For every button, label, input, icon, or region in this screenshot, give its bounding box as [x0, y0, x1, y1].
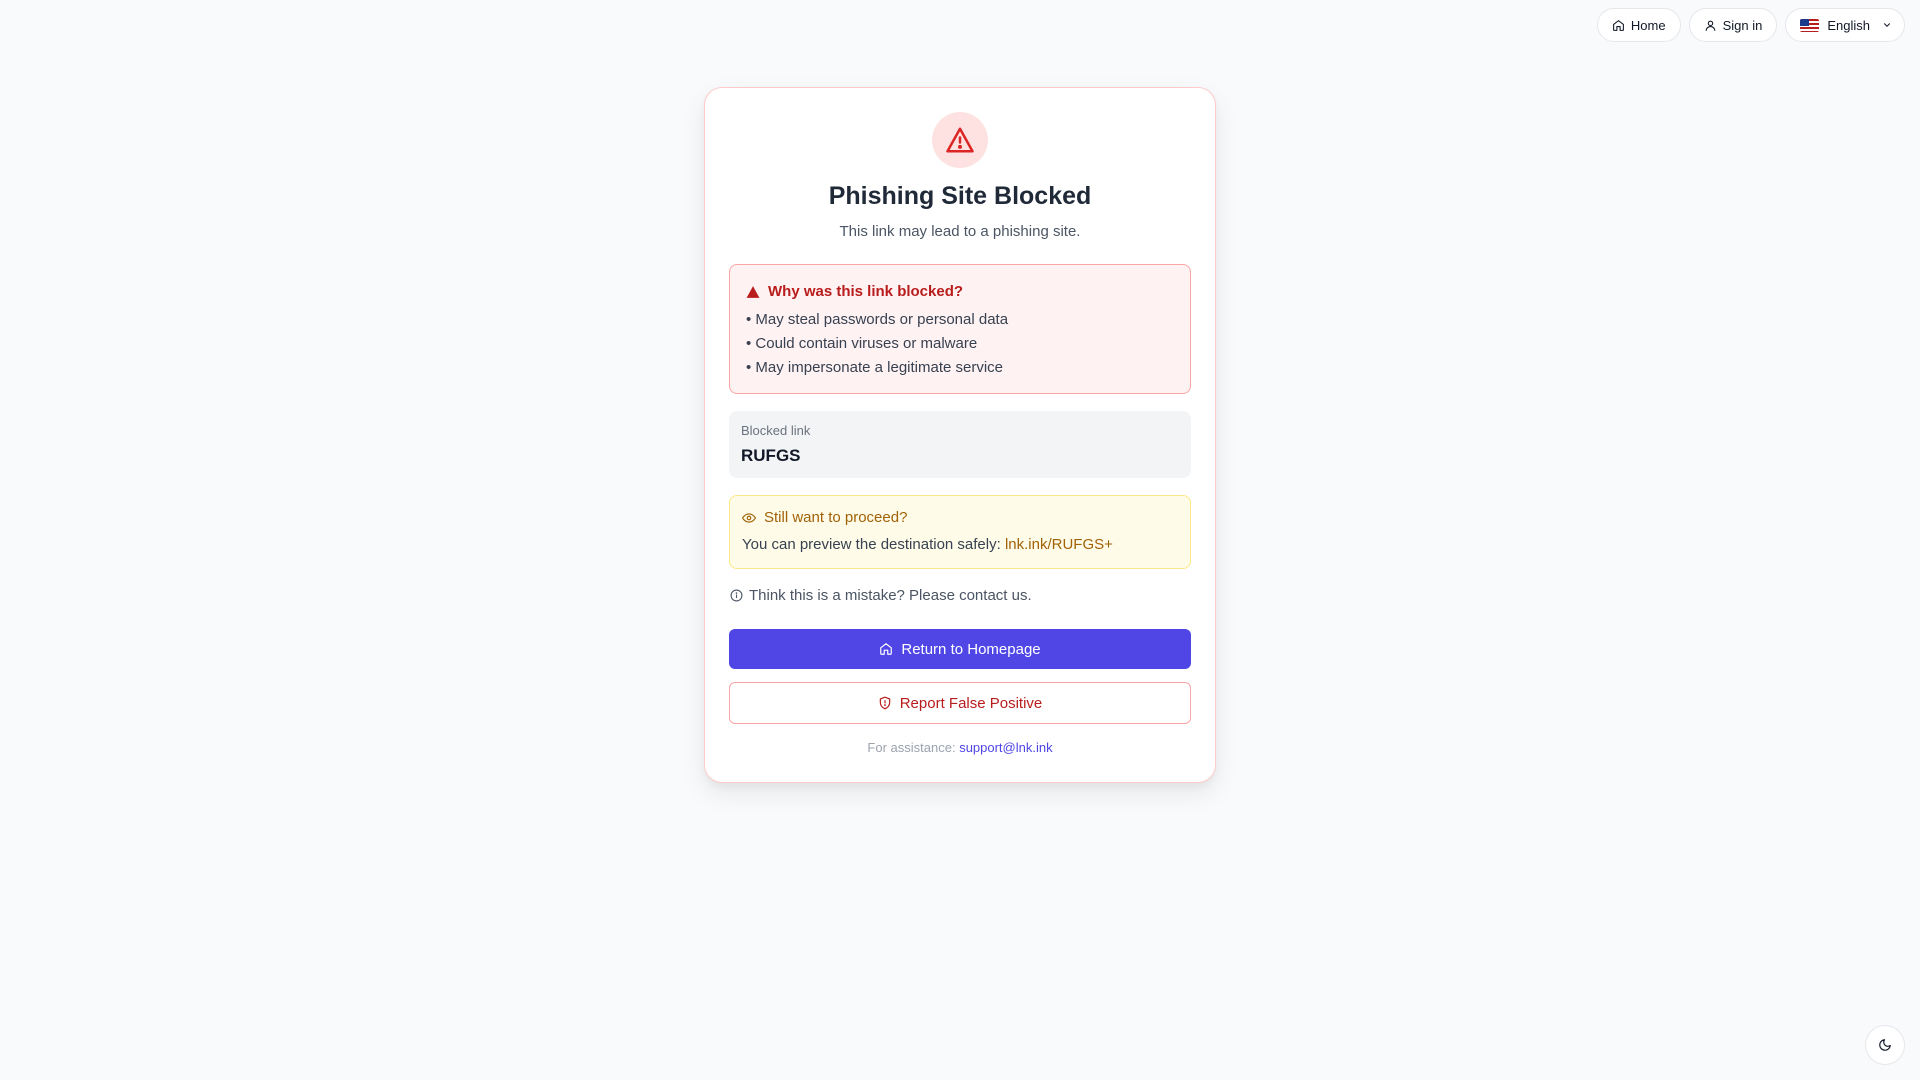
assistance-footer: For assistance: support@lnk.ink	[729, 740, 1191, 755]
blocked-link-panel: Blocked link RUFGS	[729, 411, 1191, 478]
block-reasons-panel: Why was this link blocked? • May steal p…	[729, 264, 1191, 394]
report-false-positive-label: Report False Positive	[899, 694, 1043, 712]
block-reasons-list: • May steal passwords or personal data •…	[746, 308, 1174, 380]
home-icon	[1613, 19, 1624, 31]
language-selector-label: English	[1827, 17, 1870, 33]
support-email-link[interactable]: support@lnk.ink	[959, 740, 1052, 755]
report-false-positive-button[interactable]: Report False Positive	[729, 682, 1191, 724]
home-button[interactable]: Home	[1596, 8, 1681, 42]
user-icon	[1705, 20, 1715, 31]
blocked-link-value: RUFGS	[741, 446, 801, 465]
proceed-heading: Still want to proceed?	[742, 509, 1178, 526]
us-flag-icon	[1800, 18, 1820, 32]
assistance-text: For assistance:	[867, 740, 956, 755]
block-reasons-title: Why was this link blocked?	[768, 283, 964, 300]
sign-in-button[interactable]: Sign in	[1688, 8, 1778, 42]
return-homepage-label: Return to Homepage	[901, 640, 1041, 658]
page-subtitle: This link may lead to a phishing site.	[839, 223, 1081, 240]
proceed-title: Still want to proceed?	[764, 509, 908, 526]
info-icon	[730, 589, 743, 602]
page-title: Phishing Site Blocked	[828, 182, 1092, 210]
preview-link[interactable]: lnk.ink/RUFGS+	[1005, 536, 1113, 553]
alert-triangle-icon	[746, 285, 760, 298]
shield-alert-icon	[879, 696, 890, 710]
list-item: • May impersonate a legitimate service	[746, 359, 1004, 376]
mistake-text: Think this is a mistake? Please contact …	[749, 587, 1032, 604]
warning-triangle-icon	[946, 127, 974, 153]
proceed-description: You can preview the destination safely:	[742, 536, 1001, 553]
blocked-link-label: Blocked link	[741, 423, 811, 438]
language-selector[interactable]: English	[1785, 8, 1905, 42]
home-button-label: Home	[1630, 17, 1666, 33]
mistake-notice: Think this is a mistake? Please contact …	[729, 587, 1191, 604]
proceed-text: You can preview the destination safely: …	[742, 536, 1178, 553]
list-item: • May steal passwords or personal data	[746, 311, 1009, 328]
chevron-down-icon	[1883, 23, 1891, 27]
theme-toggle-button[interactable]	[1865, 1025, 1905, 1065]
blocked-card: Phishing Site Blocked This link may lead…	[704, 87, 1216, 783]
warning-badge	[932, 112, 988, 168]
return-homepage-button[interactable]: Return to Homepage	[729, 629, 1191, 669]
sign-in-button-label: Sign in	[1722, 17, 1763, 33]
eye-icon	[742, 512, 756, 523]
top-navigation: Home Sign in English	[1596, 8, 1905, 42]
block-reasons-heading: Why was this link blocked?	[746, 283, 1174, 300]
proceed-panel: Still want to proceed? You can preview t…	[729, 495, 1191, 569]
home-icon	[880, 643, 893, 655]
list-item: • Could contain viruses or malware	[746, 335, 978, 352]
moon-icon	[1879, 1039, 1891, 1051]
